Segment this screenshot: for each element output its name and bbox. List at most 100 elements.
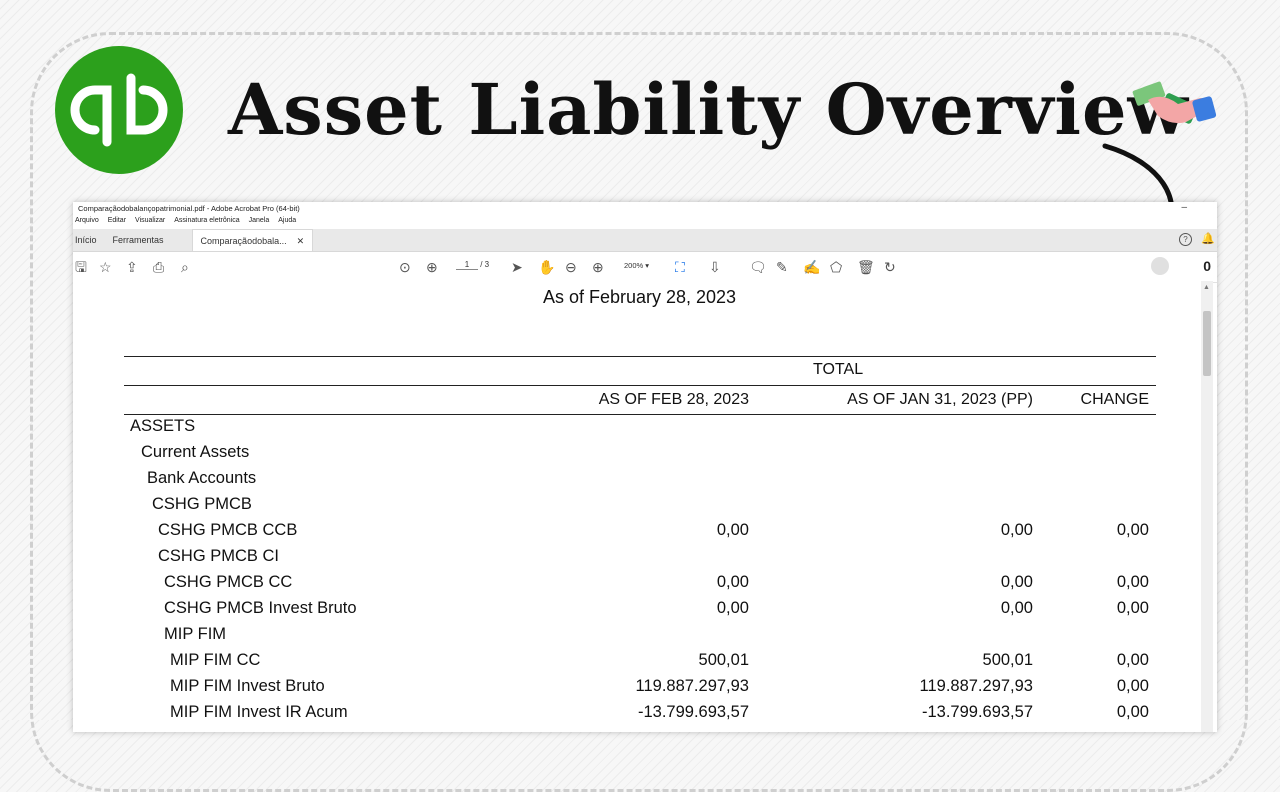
value-change: 0,00 [1116, 651, 1149, 669]
tab-document[interactable]: Comparaçãodobala... ✕ [191, 229, 314, 251]
table-row: CSHG PMCB Invest Bruto 0,00 0,00 0,00 [73, 599, 1201, 625]
table-row: MIP FIM Invest IR Acum -13.799.693,57 -1… [73, 703, 1201, 729]
page-headline: Asset Liability Overview [228, 68, 1189, 151]
fit-page-icon[interactable]: ⛶ [675, 259, 685, 275]
star-icon[interactable]: ☆ [99, 259, 112, 275]
value-jan: 0,00 [1000, 573, 1033, 591]
scroll-mode-icon[interactable]: ⇩ [709, 259, 721, 275]
menu-janela[interactable]: Janela [249, 217, 270, 229]
row-label: MIP FIM Invest Bruto [170, 677, 325, 695]
avatar[interactable] [1151, 257, 1169, 275]
table-row: ASSETS [73, 417, 1201, 443]
column-header-change: CHANGE [1080, 391, 1149, 408]
toolbar: 🖫 ☆ ⇪ ⎙ ⌕ ⊙ ⊕ 1 / 3 ➤ ✋ ⊖ ⊕ 200% ▾ ⛶ ⇩ 🗨… [73, 252, 1217, 283]
zoom-out-icon[interactable]: ⊖ [565, 259, 577, 275]
row-label: Current Assets [141, 443, 250, 461]
value-feb: 0,00 [716, 573, 749, 591]
hand-tool-icon[interactable]: ✋ [538, 259, 555, 275]
vertical-scrollbar[interactable]: ▲ [1201, 281, 1213, 732]
scroll-up-icon[interactable]: ▲ [1203, 284, 1210, 291]
acrobat-window: Comparaçãodobalançopatrimonial.pdf - Ado… [73, 202, 1217, 732]
tag-icon[interactable]: ⬠ [830, 259, 842, 275]
table-row: CSHG PMCB CI [73, 547, 1201, 573]
row-label: ASSETS [130, 417, 196, 435]
tab-bar: Início Ferramentas Comparaçãodobala... ✕… [73, 229, 1217, 252]
row-label: CSHG PMCB CI [158, 547, 280, 565]
row-label: MIP FIM Invest IR Acum [170, 703, 348, 721]
tab-home[interactable]: Início [73, 235, 113, 251]
next-page-icon[interactable]: ⊕ [426, 259, 438, 275]
select-cursor-icon[interactable]: ➤ [511, 259, 523, 275]
value-change: 0,00 [1116, 599, 1149, 617]
delete-icon[interactable]: 🗑 [857, 259, 875, 275]
document-page: As of February 28, 2023 TOTAL AS OF FEB … [73, 281, 1201, 732]
menu-arquivo[interactable]: Arquivo [75, 217, 99, 229]
bell-icon[interactable]: 🔔 [1201, 232, 1215, 245]
column-header-feb: AS OF FEB 28, 2023 [598, 391, 749, 408]
column-header-jan: AS OF JAN 31, 2023 (PP) [847, 391, 1033, 408]
table-row: CSHG PMCB [73, 495, 1201, 521]
row-label: Bank Accounts [147, 469, 257, 487]
notification-count: 0 [1203, 258, 1211, 274]
row-label: CSHG PMCB CC [164, 573, 293, 591]
zoom-level[interactable]: 200% ▾ [624, 261, 649, 270]
quickbooks-logo [55, 46, 183, 174]
window-titlebar: Comparaçãodobalançopatrimonial.pdf - Ado… [73, 202, 1217, 217]
table-row: Current Assets [73, 443, 1201, 469]
upload-icon[interactable]: ⇪ [126, 259, 138, 275]
value-feb: 500,01 [698, 651, 749, 669]
previous-page-icon[interactable]: ⊙ [399, 259, 411, 275]
menu-visualizar[interactable]: Visualizar [135, 217, 165, 229]
sign-icon[interactable]: ✍ [803, 259, 820, 275]
money-hand-icon [1132, 81, 1217, 124]
table-top-rule [124, 356, 1156, 357]
page-indicator: 1 / 3 [456, 260, 489, 270]
value-jan: 119.887.297,93 [919, 677, 1033, 695]
print-icon[interactable]: ⎙ [153, 259, 164, 275]
pen-icon[interactable]: ✎ [776, 259, 788, 275]
value-jan: 0,00 [1000, 521, 1033, 539]
row-label: MIP FIM CC [170, 651, 261, 669]
group-header-rule [124, 385, 1156, 386]
row-label: CSHG PMCB [152, 495, 252, 513]
minimize-button[interactable]: – [1181, 202, 1187, 213]
table-row: MIP FIM Invest Bruto 119.887.297,93 119.… [73, 677, 1201, 703]
value-feb: 119.887.297,93 [635, 677, 749, 695]
menu-assinatura[interactable]: Assinatura eletrônica [174, 217, 239, 229]
row-label: CSHG PMCB Invest Bruto [164, 599, 357, 617]
close-tab-icon[interactable]: ✕ [297, 233, 305, 249]
menu-editar[interactable]: Editar [108, 217, 126, 229]
value-change: 0,00 [1116, 677, 1149, 695]
value-feb: 0,00 [716, 521, 749, 539]
report-subtitle: As of February 28, 2023 [542, 287, 737, 307]
value-change: 0,00 [1116, 573, 1149, 591]
table-row: MIP FIM CC 500,01 500,01 0,00 [73, 651, 1201, 677]
row-label: MIP FIM [164, 625, 227, 643]
table-row: MIP FIM [73, 625, 1201, 651]
tab-tools[interactable]: Ferramentas [113, 235, 180, 251]
tab-document-label: Comparaçãodobala... [200, 235, 287, 246]
value-change: 0,00 [1116, 521, 1149, 539]
value-jan: 500,01 [982, 651, 1033, 669]
page-total: / 3 [480, 260, 490, 269]
save-icon[interactable]: 🖫 [75, 259, 87, 275]
window-title: Comparaçãodobalançopatrimonial.pdf - Ado… [78, 204, 300, 213]
value-jan: 0,00 [1000, 599, 1033, 617]
scrollbar-thumb[interactable] [1203, 311, 1211, 376]
help-icon[interactable]: ? [1179, 233, 1192, 246]
column-header-rule [124, 414, 1156, 415]
row-label: CSHG PMCB CCB [158, 521, 298, 539]
table-row: CSHG PMCB CCB 0,00 0,00 0,00 [73, 521, 1201, 547]
rotate-icon[interactable]: ↻ [884, 259, 896, 275]
table-row: Bank Accounts [73, 469, 1201, 495]
value-feb: 0,00 [716, 599, 749, 617]
menu-ajuda[interactable]: Ajuda [278, 217, 296, 229]
comment-icon[interactable]: 🗨 [749, 259, 767, 275]
zoom-search-icon[interactable]: ⌕ [181, 259, 189, 275]
value-jan: -13.799.693,57 [921, 703, 1033, 721]
value-feb: -13.799.693,57 [637, 703, 749, 721]
page-input[interactable]: 1 [456, 260, 478, 270]
table-row: CSHG PMCB CC 0,00 0,00 0,00 [73, 573, 1201, 599]
zoom-in-icon[interactable]: ⊕ [592, 259, 604, 275]
group-header: TOTAL [813, 361, 864, 378]
